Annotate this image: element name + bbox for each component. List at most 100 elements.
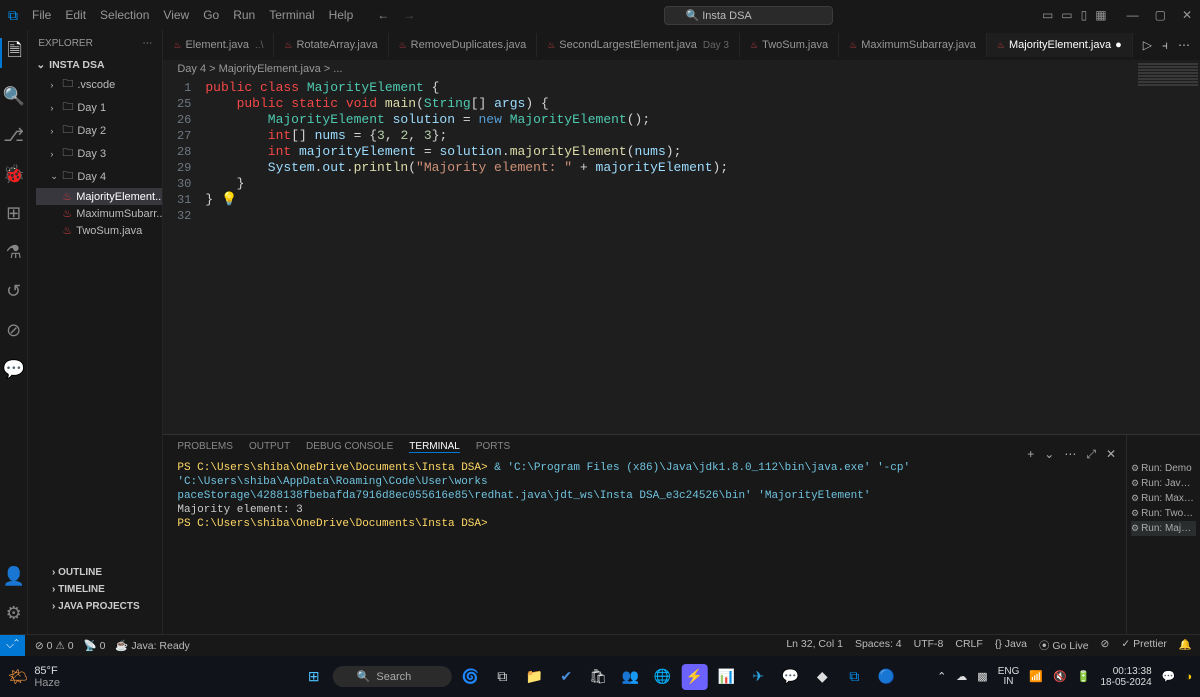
file-twosum[interactable]: ♨ TwoSum.java xyxy=(36,222,162,239)
tab-secondlargest[interactable]: ♨SecondLargestElement.javaDay 3 xyxy=(537,33,740,57)
start-icon[interactable]: ⊞ xyxy=(301,664,327,690)
folder-day1[interactable]: ›🗀 Day 1 xyxy=(36,96,162,119)
status-java[interactable]: ☕ Java: Ready xyxy=(115,639,189,652)
tab-removedup[interactable]: ♨RemoveDuplicates.java xyxy=(389,33,538,57)
folder-day4[interactable]: ⌄🗀 Day 4 xyxy=(36,165,162,188)
tray-onedrive-icon[interactable]: ☁ xyxy=(956,670,967,683)
tray-app-icon[interactable]: ▩ xyxy=(977,670,987,683)
taskview-icon[interactable]: ⧉ xyxy=(489,664,515,690)
tray-language[interactable]: ENGIN xyxy=(998,667,1020,687)
chat-icon[interactable]: 💬 xyxy=(2,359,24,380)
file-maxsub[interactable]: ♨ MaximumSubarr... xyxy=(36,205,162,222)
close-panel-icon[interactable]: ✕ xyxy=(1106,447,1116,462)
folder-vscode[interactable]: ›🗀 .vscode xyxy=(36,73,162,96)
status-noti-icon[interactable]: ⊘ xyxy=(1101,638,1110,653)
panel-tab-debugconsole[interactable]: DEBUG CONSOLE xyxy=(306,441,393,453)
remote-icon[interactable]: ⊘ xyxy=(6,320,21,341)
vscode-taskbar-icon[interactable]: ⧉ xyxy=(841,664,867,690)
app1-icon[interactable]: ✔ xyxy=(553,664,579,690)
run-majorit[interactable]: ⚙Run: Majorit... xyxy=(1131,521,1196,536)
tray-datetime[interactable]: 00:13:38 18-05-2024 xyxy=(1100,666,1151,688)
nav-back-icon[interactable]: ← xyxy=(377,8,389,22)
terminal-content[interactable]: PS C:\Users\shiba\OneDrive\Documents\Ins… xyxy=(163,459,1126,634)
weather-icon[interactable]: 🌤 xyxy=(8,667,28,687)
maximize-panel-icon[interactable]: ⤢ xyxy=(1086,447,1096,462)
split-editor-icon[interactable]: ⫞ xyxy=(1162,38,1168,53)
edge-icon[interactable]: 🌐 xyxy=(649,664,675,690)
status-spaces[interactable]: Spaces: 4 xyxy=(855,638,902,653)
command-center-search[interactable]: 🔍 Insta DSA xyxy=(664,6,832,25)
status-golive[interactable]: ⦿ Go Live xyxy=(1039,638,1089,653)
run-demo[interactable]: ⚙Run: Demo xyxy=(1131,461,1196,476)
status-lang[interactable]: {} Java xyxy=(995,638,1027,653)
explorer-icon[interactable]: 🗎 xyxy=(0,38,27,68)
status-bell-icon[interactable]: 🔔 xyxy=(1179,638,1192,653)
menu-file[interactable]: File xyxy=(26,4,57,26)
layout-icon[interactable]: ▭ xyxy=(1042,8,1053,22)
run-maxim[interactable]: ⚙Run: Maxim... xyxy=(1131,491,1196,506)
tray-wifi-icon[interactable]: 📶 xyxy=(1029,670,1043,683)
debug-icon[interactable]: 🐞 xyxy=(2,164,24,185)
tray-noti-icon[interactable]: 💬 xyxy=(1162,670,1176,683)
sidebar-icon[interactable]: ▯ xyxy=(1081,8,1088,22)
new-terminal-icon[interactable]: + xyxy=(1027,447,1034,462)
search-icon[interactable]: 🔍 xyxy=(2,86,24,107)
menu-edit[interactable]: Edit xyxy=(59,4,92,26)
settings-icon[interactable]: ⚙ xyxy=(6,603,22,624)
project-root[interactable]: ⌄INSTA DSA xyxy=(28,57,162,73)
panel-tab-problems[interactable]: PROBLEMS xyxy=(177,441,233,453)
app2-icon[interactable]: ⚡ xyxy=(681,664,707,690)
menu-run[interactable]: Run xyxy=(227,4,261,26)
menu-terminal[interactable]: Terminal xyxy=(263,4,320,26)
timeline-icon[interactable]: ↺ xyxy=(6,281,21,302)
copilot-icon[interactable]: 🌀 xyxy=(457,664,483,690)
folder-day2[interactable]: ›🗀 Day 2 xyxy=(36,119,162,142)
status-ports[interactable]: 📡 0 xyxy=(84,639,106,652)
testing-icon[interactable]: ⚗ xyxy=(6,242,22,263)
timeline-section[interactable]: › TIMELINE xyxy=(44,581,179,598)
status-eol[interactable]: CRLF xyxy=(955,638,982,653)
code-editor[interactable]: 1public class MajorityElement {25 public… xyxy=(163,78,1200,434)
panel-more-icon[interactable]: ⋯ xyxy=(1064,447,1076,462)
nav-forward-icon[interactable]: → xyxy=(403,8,415,22)
tray-volume-icon[interactable]: 🔇 xyxy=(1053,670,1067,683)
breadcrumb[interactable]: Day 4 > MajorityElement.java > ... xyxy=(163,60,1200,78)
java-projects-section[interactable]: › JAVA PROJECTS xyxy=(44,598,179,615)
status-pos[interactable]: Ln 32, Col 1 xyxy=(786,638,843,653)
explorer-taskbar-icon[interactable]: 📁 xyxy=(521,664,547,690)
tab-rotate[interactable]: ♨RotateArray.java xyxy=(274,33,388,57)
menu-view[interactable]: View xyxy=(157,4,195,26)
maximize-icon[interactable]: ▢ xyxy=(1155,8,1166,22)
panel-tab-ports[interactable]: PORTS xyxy=(476,441,510,453)
chrome-icon[interactable]: 🔵 xyxy=(873,664,899,690)
tray-corner-icon[interactable]: ◑ xyxy=(1185,671,1192,683)
tray-battery-icon[interactable]: 🔋 xyxy=(1077,670,1091,683)
tray-chevron-icon[interactable]: ⌃ xyxy=(937,670,946,683)
file-majority[interactable]: ♨ MajorityElement... xyxy=(36,188,162,205)
store-icon[interactable]: 🛍 xyxy=(585,664,611,690)
folder-day3[interactable]: ›🗀 Day 3 xyxy=(36,142,162,165)
run-twosum[interactable]: ⚙Run: TwoSum xyxy=(1131,506,1196,521)
tab-twosum[interactable]: ♨TwoSum.java xyxy=(740,33,839,57)
menu-help[interactable]: Help xyxy=(323,4,360,26)
app4-icon[interactable]: ◆ xyxy=(809,664,835,690)
remote-indicator[interactable]: ⌵⌃ xyxy=(0,635,25,657)
weather-widget[interactable]: 85°F Haze xyxy=(34,665,60,689)
teams-icon[interactable]: 👥 xyxy=(617,664,643,690)
tab-maxsub[interactable]: ♨MaximumSubarray.java xyxy=(839,33,987,57)
layout-grid-icon[interactable]: ▦ xyxy=(1095,8,1106,22)
account-icon[interactable]: 👤 xyxy=(2,566,24,587)
minimap[interactable] xyxy=(1138,62,1198,182)
status-enc[interactable]: UTF-8 xyxy=(914,638,944,653)
status-prettier[interactable]: ✓ Prettier xyxy=(1121,638,1167,653)
run-icon[interactable]: ▷ xyxy=(1143,38,1152,53)
panel-tab-terminal[interactable]: TERMINAL xyxy=(409,441,460,453)
whatsapp-icon[interactable]: 💬 xyxy=(777,664,803,690)
menu-go[interactable]: Go xyxy=(197,4,225,26)
terminal-dropdown-icon[interactable]: ⌄ xyxy=(1044,447,1054,462)
app3-icon[interactable]: 📊 xyxy=(713,664,739,690)
extensions-icon[interactable]: ⊞ xyxy=(6,203,21,224)
panel-tab-output[interactable]: OUTPUT xyxy=(249,441,290,453)
taskbar-search[interactable]: 🔍 Search xyxy=(333,666,452,687)
telegram-icon[interactable]: ✈ xyxy=(745,664,771,690)
